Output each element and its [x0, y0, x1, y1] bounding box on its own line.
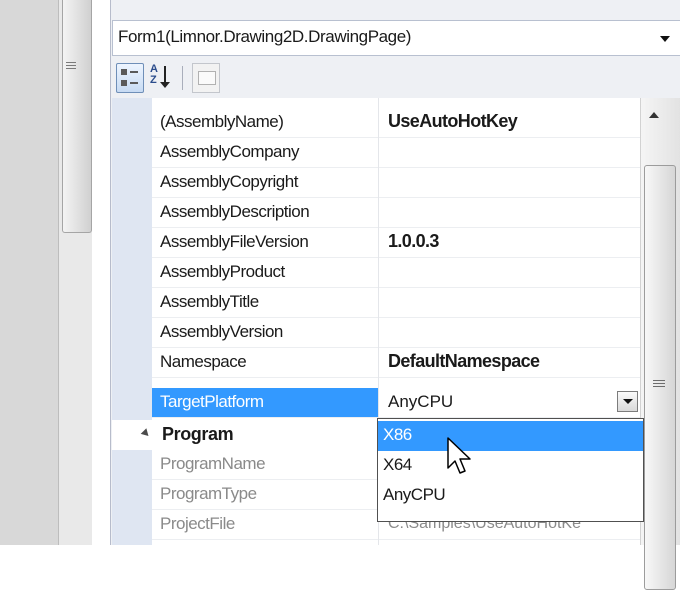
property-name: AssemblyVersion [160, 322, 283, 341]
category-name: Program [162, 424, 234, 444]
object-selector-value: Form1(Limnor.Drawing2D.DrawingPage) [118, 27, 412, 46]
sort-az-icon: AZ [150, 63, 158, 86]
scroll-up-icon[interactable] [649, 112, 659, 118]
property-name: ProgramType [160, 484, 257, 503]
dropdown-button[interactable] [617, 391, 638, 412]
left-scrollbar-thumb[interactable] [62, 0, 92, 233]
toolbar-separator [182, 66, 183, 90]
property-value[interactable]: DefaultNamespace [388, 351, 540, 372]
property-value[interactable]: AnyCPU [388, 392, 453, 412]
dropdown-option-x86[interactable]: X86 [378, 421, 643, 451]
dropdown-option-x64[interactable]: X64 [378, 451, 643, 481]
chevron-down-icon[interactable] [660, 36, 670, 42]
property-row[interactable]: AssemblyFileVersion 1.0.0.3 [152, 228, 640, 258]
left-scrollbar-grip-icon [66, 60, 76, 72]
property-row-selected[interactable]: TargetPlatform AnyCPU [152, 388, 640, 418]
property-name: TargetPlatform [160, 392, 264, 411]
dropdown-option-label: AnyCPU [383, 485, 446, 504]
alphabetical-button[interactable]: AZ [148, 63, 176, 93]
property-name: ProjectFile [160, 514, 235, 533]
collapse-triangle-icon[interactable] [140, 428, 152, 439]
scrollbar-grip-icon [653, 378, 665, 389]
property-value[interactable]: 1.0.0.3 [388, 231, 439, 252]
property-pages-button[interactable] [192, 63, 220, 93]
property-row[interactable]: AssemblyVersion [152, 318, 640, 348]
dropdown-option-label: X86 [383, 425, 412, 444]
grid-gutter [112, 98, 152, 545]
property-name: AssemblyCopyright [160, 172, 298, 191]
property-name: (AssemblyName) [160, 112, 284, 131]
property-name: AssemblyFileVersion [160, 232, 309, 251]
splitter[interactable] [92, 0, 110, 545]
property-row[interactable]: AssemblyProduct [152, 258, 640, 288]
property-name: AssemblyCompany [160, 142, 299, 161]
property-name: AssemblyTitle [160, 292, 259, 311]
mouse-cursor-icon [447, 437, 471, 474]
property-name: ProgramName [160, 454, 266, 473]
categorized-button[interactable] [116, 63, 144, 93]
property-row[interactable]: Namespace DefaultNamespace [152, 348, 640, 378]
dropdown-option-anycpu[interactable]: AnyCPU [378, 481, 643, 511]
property-name: Namespace [160, 352, 247, 371]
property-row[interactable]: AssemblyCompany [152, 138, 640, 168]
sort-arrow-icon [160, 66, 170, 88]
property-name: AssemblyProduct [160, 262, 285, 281]
property-name: AssemblyDescription [160, 202, 310, 221]
property-row[interactable]: AssemblyTitle [152, 288, 640, 318]
property-row[interactable]: (AssemblyName) UseAutoHotKey [152, 108, 640, 138]
property-value[interactable]: UseAutoHotKey [388, 111, 518, 132]
property-row[interactable]: AssemblyDescription [152, 198, 640, 228]
property-row[interactable]: AssemblyCopyright [152, 168, 640, 198]
property-pages-icon [198, 71, 216, 85]
platform-dropdown-list: X86 X64 AnyCPU [377, 418, 644, 522]
dropdown-option-label: X64 [383, 455, 412, 474]
